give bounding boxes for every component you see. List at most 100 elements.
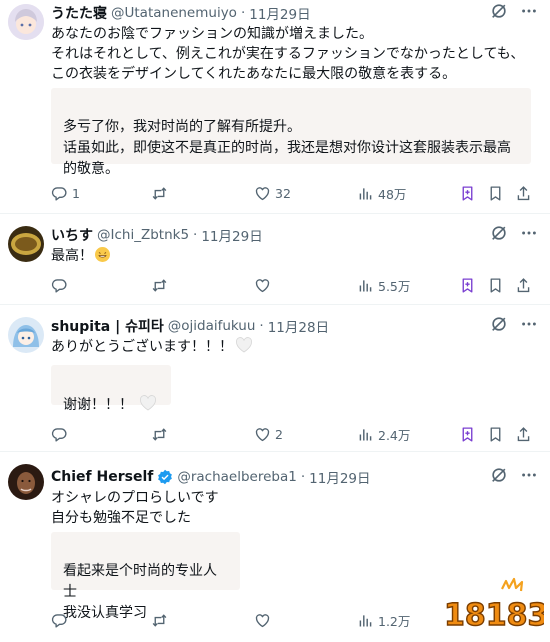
separator-dot: · xyxy=(300,469,306,485)
share-icon xyxy=(515,426,532,443)
avatar[interactable] xyxy=(8,4,44,40)
user-handle[interactable]: @rachaelbereba1 xyxy=(177,469,297,485)
like-button[interactable]: 2 xyxy=(254,426,283,443)
display-name[interactable]: Chief Herself xyxy=(51,469,153,485)
like-button[interactable]: 32 xyxy=(254,185,291,202)
retweet-button[interactable] xyxy=(151,277,172,294)
views-button[interactable]: 5.5万 xyxy=(357,276,410,295)
bookmark-button[interactable] xyxy=(487,277,508,294)
views-icon xyxy=(357,426,374,443)
retweet-icon xyxy=(151,185,168,202)
heart-icon xyxy=(254,426,271,443)
retweet-icon xyxy=(151,426,168,443)
translate-bookmark-button[interactable] xyxy=(459,277,480,294)
tweet-ichisu[interactable]: いちす @Ichi_Zbtnk5 · 11月29日 最高！ 5.5万 xyxy=(0,214,550,304)
avatar[interactable] xyxy=(8,226,44,262)
heart-icon xyxy=(254,612,271,629)
grok-icon[interactable] xyxy=(490,224,508,242)
views-button[interactable]: 2.4万 xyxy=(357,425,410,444)
bookmark-button[interactable] xyxy=(487,426,508,443)
retweet-button[interactable] xyxy=(151,185,172,202)
display-name[interactable]: shupita | 슈피타 xyxy=(51,316,164,336)
tweet-text: オシャレのプロらしいです 自分も勉強不足でした xyxy=(51,490,219,526)
display-name[interactable]: うたた寝 xyxy=(51,3,107,23)
views-icon xyxy=(357,612,374,629)
reply-icon xyxy=(51,612,68,629)
view-count: 48万 xyxy=(378,186,407,202)
translate-bookmark-button[interactable] xyxy=(459,426,480,443)
reply-button[interactable] xyxy=(51,426,72,443)
like-button[interactable] xyxy=(254,612,275,629)
more-icon[interactable] xyxy=(520,315,538,333)
share-icon xyxy=(515,185,532,202)
translation-box: 谢谢！！！ xyxy=(51,365,171,413)
translation-text: 多亏了你，我对时尚的了解有所提升。 话虽如此，即使这不是真正的时尚，我还是想对你… xyxy=(63,119,511,177)
reply-count: 1 xyxy=(72,185,80,201)
user-handle[interactable]: @ojidaifukuu xyxy=(168,318,256,334)
bookmark-icon xyxy=(487,185,504,202)
translation-box: 看起来是个时尚的专业人士 我没认真学习 xyxy=(51,532,240,621)
reply-icon xyxy=(51,426,68,443)
heart-icon xyxy=(254,185,271,202)
view-count: 1.2万 xyxy=(378,613,411,629)
tweet-utatane[interactable]: うたた寝 @Utatanenemuiyo · 11月29日 あなたのお陰でファッ… xyxy=(0,0,550,210)
timestamp[interactable]: 11月29日 xyxy=(309,467,370,487)
watermark-logo: 18183 xyxy=(440,575,549,635)
white-heart-icon xyxy=(139,395,157,411)
bookmark-icon xyxy=(459,185,476,202)
separator-dot: · xyxy=(259,318,264,334)
share-icon xyxy=(515,277,532,294)
bookmark-icon xyxy=(459,277,476,294)
grok-icon[interactable] xyxy=(490,2,508,20)
more-icon[interactable] xyxy=(520,224,538,242)
like-count: 32 xyxy=(275,185,291,201)
white-heart-icon xyxy=(235,337,253,353)
views-button[interactable]: 1.2万 xyxy=(357,611,410,630)
heart-icon xyxy=(254,277,271,294)
more-icon[interactable] xyxy=(520,466,538,484)
avatar[interactable] xyxy=(8,464,44,500)
like-button[interactable] xyxy=(254,277,275,294)
reply-button[interactable]: 1 xyxy=(51,185,80,202)
grok-icon[interactable] xyxy=(490,315,508,333)
bookmark-button[interactable] xyxy=(487,185,508,202)
like-count: 2 xyxy=(275,426,283,442)
reply-button[interactable] xyxy=(51,277,72,294)
timestamp[interactable]: 11月29日 xyxy=(201,225,262,245)
bookmark-icon xyxy=(487,277,504,294)
views-icon xyxy=(357,185,374,202)
views-button[interactable]: 48万 xyxy=(357,184,406,203)
reply-icon xyxy=(51,185,68,202)
reply-button[interactable] xyxy=(51,612,72,629)
retweet-button[interactable] xyxy=(151,426,172,443)
translation-text: 谢谢！！！ xyxy=(63,397,133,413)
more-icon[interactable] xyxy=(520,2,538,20)
retweet-icon xyxy=(151,612,168,629)
user-handle[interactable]: @Ichi_Zbtnk5 xyxy=(97,227,189,243)
avatar[interactable] xyxy=(8,317,44,353)
display-name[interactable]: いちす xyxy=(51,225,93,245)
timestamp[interactable]: 11月29日 xyxy=(249,3,310,23)
tweet-text: ありがとうございます！！！ xyxy=(51,339,233,355)
share-button[interactable] xyxy=(515,185,536,202)
views-icon xyxy=(357,277,374,294)
retweet-button[interactable] xyxy=(151,612,172,629)
reply-icon xyxy=(51,277,68,294)
user-handle[interactable]: @Utatanenemuiyo xyxy=(111,5,237,21)
tweet-shupita[interactable]: shupita | 슈피타 @ojidaifukuu · 11月28日 ありがと… xyxy=(0,305,550,450)
retweet-icon xyxy=(151,277,168,294)
view-count: 5.5万 xyxy=(378,278,411,294)
grok-icon[interactable] xyxy=(490,466,508,484)
share-button[interactable] xyxy=(515,277,536,294)
tweet-text: 最高！ xyxy=(51,248,93,264)
timestamp[interactable]: 11月28日 xyxy=(268,316,329,336)
bookmark-icon xyxy=(459,426,476,443)
separator-dot: · xyxy=(240,5,246,21)
verified-badge-icon xyxy=(158,469,173,485)
tweet-text: あなたのお陰でファッションの知識が増えました。 それはそれとして、例えこれが実在… xyxy=(51,26,525,82)
share-button[interactable] xyxy=(515,426,536,443)
view-count: 2.4万 xyxy=(378,427,411,443)
grinning-emoji-icon xyxy=(95,247,110,262)
translation-box: 多亏了你，我对时尚的了解有所提升。 话虽如此，即使这不是真正的时尚，我还是想对你… xyxy=(51,88,531,177)
translate-bookmark-button[interactable] xyxy=(459,185,480,202)
